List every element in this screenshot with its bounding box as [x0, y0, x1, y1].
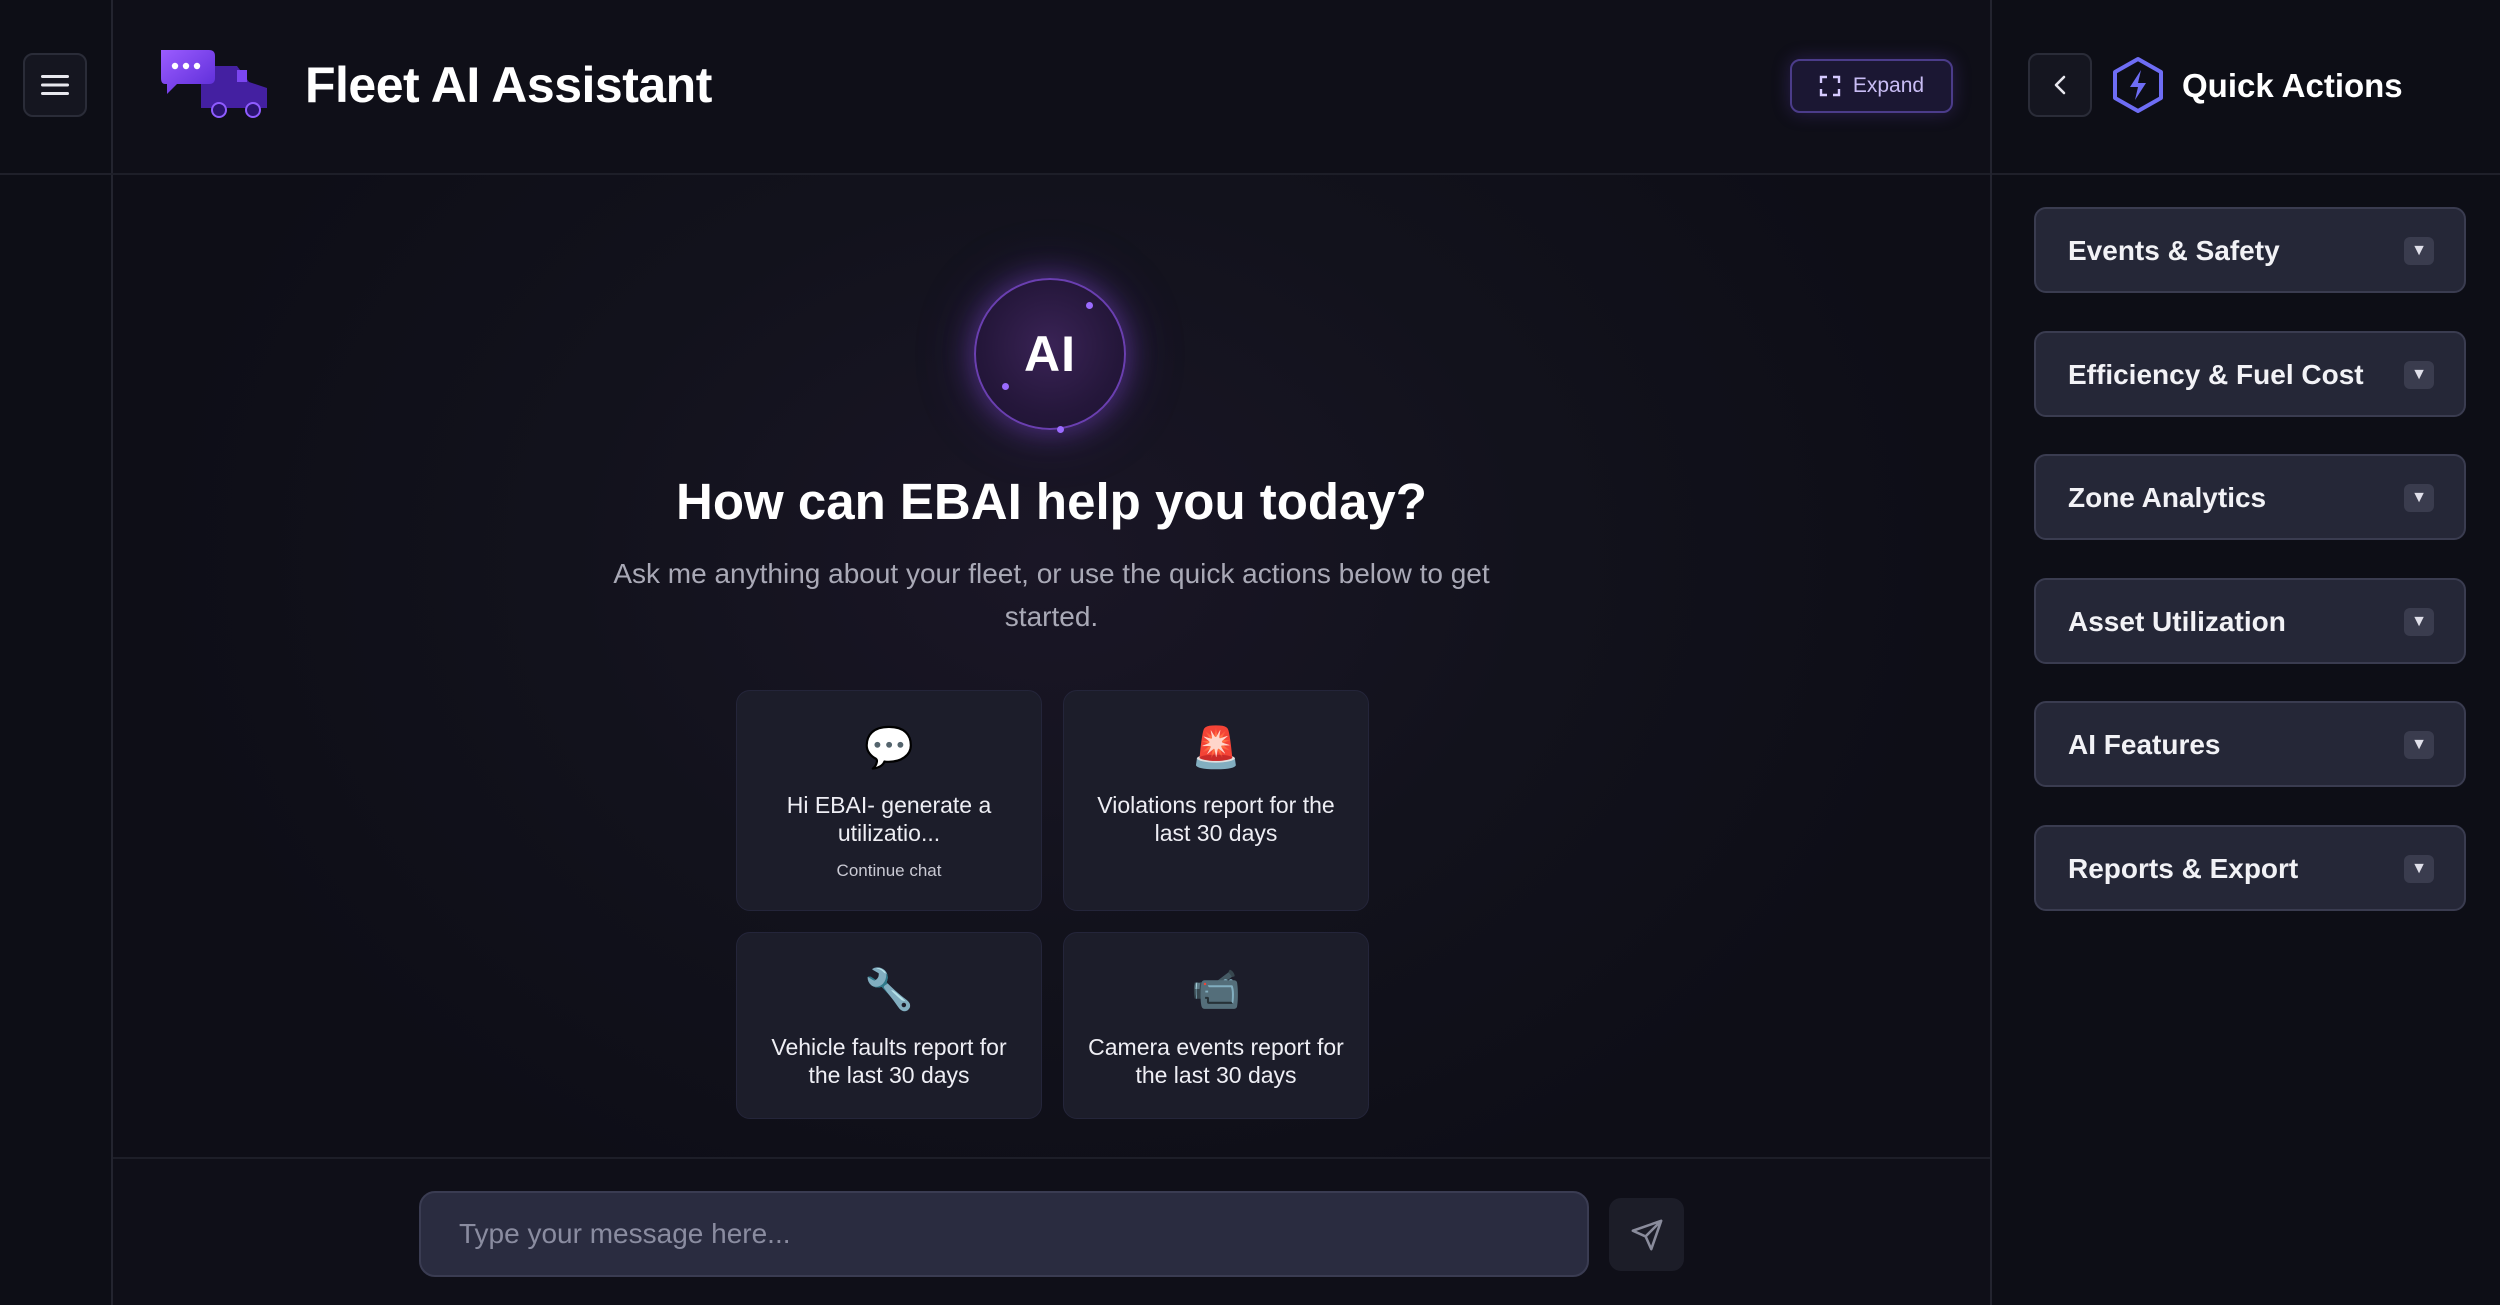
expand-button[interactable]: Expand: [1790, 59, 1953, 113]
collapse-panel-button[interactable]: [2028, 53, 2092, 117]
accordion-label: Events & Safety: [2068, 235, 2280, 266]
siren-icon: 🚨: [1191, 726, 1241, 770]
suggestion-text: Violations report for the last 30 days: [1097, 792, 1335, 846]
message-input[interactable]: [419, 1191, 1589, 1277]
suggestion-text: Hi EBAI- generate a utilizatio...: [786, 792, 992, 846]
orb-dot: [1002, 383, 1009, 390]
truck-chat-logo-icon: [161, 50, 267, 118]
accordion-label: AI Features: [2068, 729, 2221, 760]
suggestion-card[interactable]: 🔧 Vehicle faults report for the last 30 …: [736, 932, 1042, 1119]
suggestion-subtext: Continue chat: [836, 861, 942, 880]
suggestion-card[interactable]: 🚨 Violations report for the last 30 days: [1063, 690, 1369, 911]
hamburger-icon: [41, 75, 69, 95]
quick-actions-panel: Quick Actions Events & Safety ▼ Efficien…: [1990, 0, 2500, 1305]
composer-bar: [113, 1157, 1990, 1305]
suggestion-card[interactable]: 💬 Hi EBAI- generate a utilizatio... Cont…: [736, 690, 1042, 911]
rail-divider: [0, 173, 113, 175]
speech-bubble-icon: 💬: [864, 726, 914, 770]
ai-avatar-orb: AI: [974, 278, 1126, 433]
menu-button[interactable]: [23, 53, 87, 117]
expand-icon: [1819, 75, 1841, 97]
suggestion-text: Camera events report for the last 30 day…: [1088, 1034, 1344, 1088]
expand-button-label: Expand: [1852, 74, 1925, 97]
ai-orb-label: AI: [1024, 326, 1076, 382]
accordion-label: Asset Utilization: [2068, 606, 2286, 637]
quick-actions-title: Quick Actions: [2182, 67, 2403, 104]
left-rail: [0, 0, 113, 1305]
orb-dot: [1086, 302, 1093, 309]
caret-down-icon: ▼: [2404, 484, 2434, 512]
chevron-left-icon: [2054, 75, 2066, 95]
welcome-headline: How can EBAI help you today?: [676, 473, 1427, 530]
video-camera-icon: 📹: [1191, 968, 1241, 1012]
accordion-label: Efficiency & Fuel Cost: [2068, 359, 2364, 390]
caret-down-icon: ▼: [2404, 237, 2434, 265]
caret-down-icon: ▼: [2404, 608, 2434, 636]
caret-down-icon: ▼: [2404, 361, 2434, 389]
chat-main: Fleet AI Assistant Expand AI How can EBA…: [113, 0, 1990, 1305]
lightning-hexagon-icon: [2113, 57, 2163, 113]
welcome-subline: Ask me anything about your fleet, or use…: [613, 558, 1490, 632]
wrench-icon: 🔧: [864, 968, 914, 1012]
accordion-events-safety[interactable]: Events & Safety ▼: [2034, 207, 2466, 293]
suggestion-text: Vehicle faults report for the last 30 da…: [771, 1034, 1007, 1088]
orb-dot: [1057, 426, 1064, 433]
caret-down-icon: ▼: [2404, 855, 2434, 883]
chat-header: Fleet AI Assistant Expand: [113, 0, 1990, 175]
accordion-ai-features[interactable]: AI Features ▼: [2034, 701, 2466, 787]
app-title: Fleet AI Assistant: [305, 57, 712, 113]
send-button[interactable]: [1609, 1198, 1684, 1271]
accordion-label: Zone Analytics: [2068, 482, 2267, 513]
send-icon: [1631, 1219, 1662, 1250]
accordion-efficiency-fuel-cost[interactable]: Efficiency & Fuel Cost ▼: [2034, 331, 2466, 417]
caret-down-icon: ▼: [2404, 731, 2434, 759]
suggestion-card[interactable]: 📹 Camera events report for the last 30 d…: [1063, 932, 1369, 1119]
quick-actions-header: Quick Actions: [1992, 0, 2500, 175]
accordion-zone-analytics[interactable]: Zone Analytics ▼: [2034, 454, 2466, 540]
accordion-asset-utilization[interactable]: Asset Utilization ▼: [2034, 578, 2466, 664]
accordion-reports-export[interactable]: Reports & Export ▼: [2034, 825, 2466, 911]
accordion-label: Reports & Export: [2068, 853, 2299, 884]
